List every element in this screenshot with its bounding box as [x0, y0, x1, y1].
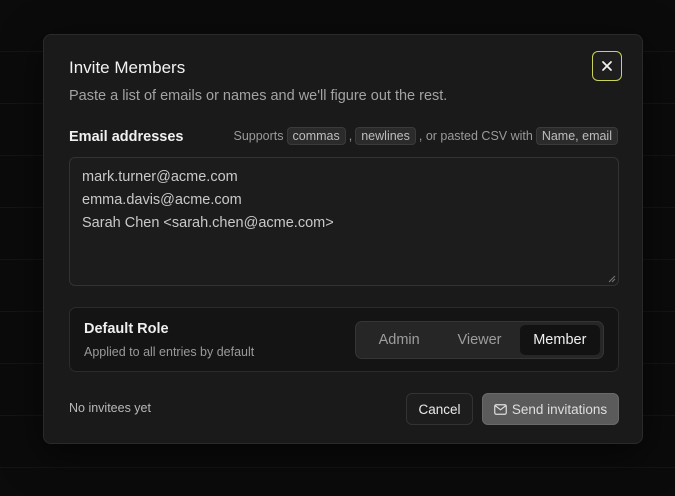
role-option-member[interactable]: Member: [519, 325, 600, 355]
email-line: mark.turner@acme.com: [82, 169, 238, 185]
mail-icon: [493, 403, 507, 415]
format-hint: Supports commas , newlines , or pasted C…: [233, 127, 618, 145]
hint-csv-tag: Name, email: [535, 127, 618, 145]
hint-newlines-tag: newlines: [355, 127, 416, 145]
role-segmented-control: Admin Viewer Member: [355, 321, 604, 359]
email-addresses-textarea[interactable]: mark.turner@acme.com emma.davis@acme.com…: [69, 157, 619, 286]
email-line: Sarah Chen <sarah.chen@acme.com>: [82, 215, 334, 231]
default-role-panel: Default Role Applied to all entries by d…: [69, 307, 619, 372]
cancel-button[interactable]: Cancel: [406, 393, 473, 425]
resize-handle-icon[interactable]: [608, 275, 616, 283]
invite-members-dialog: Invite Members Paste a list of emails or…: [43, 34, 643, 444]
dialog-title: Invite Members: [69, 58, 186, 77]
default-role-title: Default Role: [84, 321, 169, 337]
hint-separator: ,: [348, 129, 353, 143]
role-option-viewer[interactable]: Viewer: [439, 325, 519, 355]
default-role-subtitle: Applied to all entries by default: [84, 345, 255, 359]
bg-row: [0, 468, 675, 496]
hint-prefix: Supports: [233, 129, 284, 143]
close-button[interactable]: [592, 51, 622, 81]
email-addresses-label: Email addresses: [69, 129, 184, 145]
email-line: emma.davis@acme.com: [82, 192, 242, 208]
hint-middle: , or pasted CSV with: [418, 129, 533, 143]
role-option-admin[interactable]: Admin: [359, 325, 439, 355]
close-icon: [602, 61, 612, 71]
send-invitations-button[interactable]: Send invitations: [482, 393, 619, 425]
invitee-count-status: No invitees yet: [69, 401, 151, 415]
send-invitations-label: Send invitations: [511, 401, 608, 417]
hint-commas-tag: commas: [286, 127, 346, 145]
dialog-description: Paste a list of emails or names and we'l…: [69, 88, 448, 104]
